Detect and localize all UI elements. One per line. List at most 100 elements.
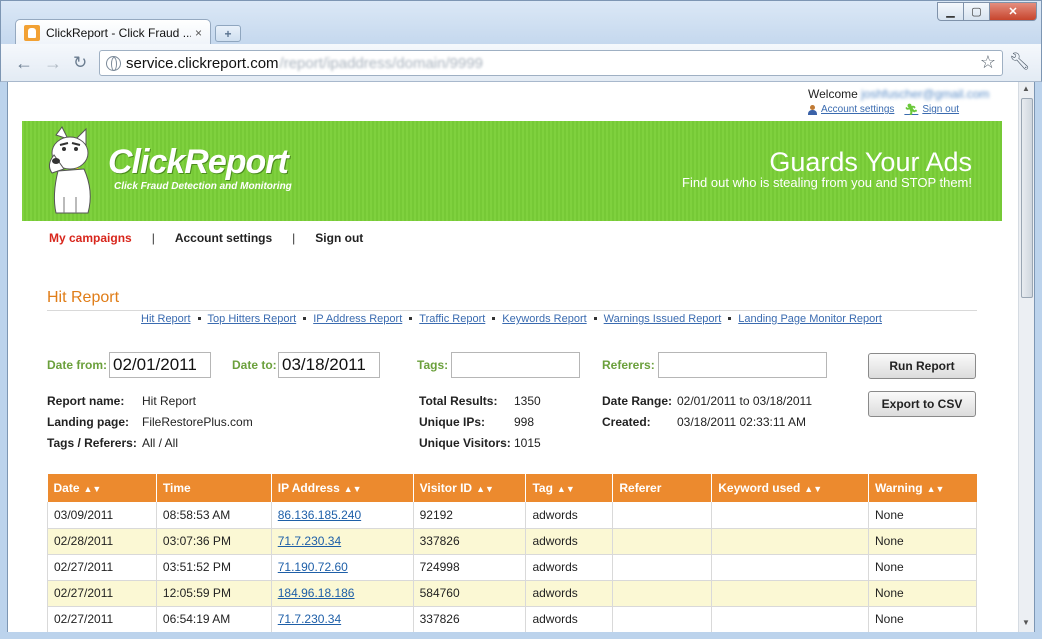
report-link-hit[interactable]: Hit Report — [141, 313, 191, 325]
referers-label: Referers: — [602, 358, 655, 372]
report-link-warnings[interactable]: Warnings Issued Report — [604, 313, 722, 325]
total-results-label: Total Results: — [419, 394, 498, 408]
column-header-date[interactable]: Date ▲▼ — [47, 474, 157, 502]
report-link-ip-address[interactable]: IP Address Report — [313, 313, 402, 325]
new-tab-button[interactable]: + — [215, 25, 241, 42]
sort-arrows-icon: ▲▼ — [476, 484, 494, 494]
window-close-button[interactable]: ✕ — [989, 2, 1037, 21]
cell-referer — [612, 554, 713, 581]
sort-arrows-icon: ▲▼ — [804, 484, 823, 494]
ip-address-link[interactable]: 71.7.230.34 — [278, 612, 341, 626]
sort-arrows-icon: ▲▼ — [556, 484, 575, 494]
column-header-label: Keyword used — [718, 481, 801, 495]
created-value: 03/18/2011 02:33:11 AM — [677, 415, 806, 429]
tags-referers-value: All / All — [142, 436, 179, 450]
reload-icon[interactable]: ↻ — [73, 53, 87, 73]
wrench-icon[interactable]: 🔧︎ — [1009, 52, 1031, 72]
sort-arrows-icon: ▲▼ — [83, 484, 102, 494]
landing-page-value: FileRestorePlus.com — [142, 415, 253, 429]
cell-ip: 86.136.185.240 — [271, 502, 414, 529]
cell-visitor-id: 724998 — [413, 554, 527, 581]
report-link-landing-page-monitor[interactable]: Landing Page Monitor Report — [738, 313, 882, 325]
ip-address-link[interactable]: 71.7.230.34 — [278, 534, 341, 548]
table-row: 03/09/2011 08:58:53 AM 86.136.185.240 92… — [47, 502, 977, 529]
report-link-top-hitters[interactable]: Top Hitters Report — [208, 313, 297, 325]
cell-referer — [612, 606, 713, 633]
welcome-text: Welcome joshfuscher@gmail.com — [808, 87, 989, 101]
summary-created: Created: 03/18/2011 02:33:11 AM — [602, 415, 806, 429]
referers-field[interactable] — [658, 352, 827, 378]
bullet-separator — [303, 316, 307, 320]
page-viewport: Welcome joshfuscher@gmail.com Account se… — [8, 82, 1018, 639]
welcome-label: Welcome — [808, 87, 858, 101]
cell-date: 03/09/2011 — [47, 502, 157, 529]
cell-ip: 184.96.18.186 — [271, 580, 414, 607]
page-title: Hit Report — [47, 289, 120, 306]
date-range-label: Date Range: — [602, 394, 673, 408]
column-header-warning[interactable]: Warning ▲▼ — [868, 474, 977, 502]
sort-arrows-icon: ▲▼ — [926, 484, 945, 494]
date-from-label: Date from: — [47, 358, 108, 372]
user-links: Account settings 🏃︎ Sign out — [808, 103, 959, 116]
cell-warning: None — [868, 606, 977, 633]
unique-ips-label: Unique IPs: — [419, 415, 486, 429]
cell-date: 02/27/2011 — [47, 606, 157, 633]
nav-sign-out[interactable]: Sign out — [315, 231, 363, 245]
date-range-value: 02/01/2011 to 03/18/2011 — [677, 394, 813, 408]
column-header-ip-address[interactable]: IP Address ▲▼ — [271, 474, 414, 502]
scroll-up-arrow-icon[interactable]: ▲ — [1022, 84, 1030, 93]
forward-arrow-icon[interactable]: → — [44, 53, 62, 74]
nav-account-settings[interactable]: Account settings — [175, 231, 272, 245]
site-banner: ClickReport Click Fraud Detection and Mo… — [22, 121, 1002, 221]
person-icon — [808, 104, 817, 115]
scrollbar-thumb[interactable] — [1021, 98, 1033, 298]
column-header-label: Warning — [875, 481, 923, 495]
scroll-down-arrow-icon[interactable]: ▼ — [1022, 618, 1030, 627]
window-frame-bottom — [0, 632, 1042, 639]
column-header-keyword[interactable]: Keyword used ▲▼ — [711, 474, 869, 502]
landing-page-label: Landing page: — [47, 415, 129, 429]
cell-ip: 71.190.72.60 — [271, 554, 414, 581]
ip-address-link[interactable]: 71.190.72.60 — [278, 560, 348, 574]
unique-visitors-value: 1015 — [514, 436, 541, 450]
nav-my-campaigns[interactable]: My campaigns — [49, 231, 132, 245]
window-minimize-button[interactable]: ▁ — [937, 2, 964, 21]
cell-time: 06:54:19 AM — [156, 606, 272, 633]
banner-logo[interactable]: ClickReport — [108, 143, 289, 182]
date-to-field[interactable] — [278, 352, 380, 378]
cell-visitor-id: 584760 — [413, 580, 527, 607]
ip-address-link[interactable]: 184.96.18.186 — [278, 586, 355, 600]
run-report-button[interactable]: Run Report — [868, 353, 976, 379]
cell-date: 02/27/2011 — [47, 554, 157, 581]
column-header-visitor-id[interactable]: Visitor ID ▲▼ — [413, 474, 527, 502]
table-header-row: Date ▲▼ Time IP Address ▲▼ Visitor ID ▲▼ Ta… — [47, 474, 977, 502]
window-maximize-button[interactable]: ▢ — [963, 2, 990, 21]
address-bar[interactable]: service.clickreport.com /report/ipaddres… — [99, 50, 1003, 76]
ip-address-link[interactable]: 86.136.185.240 — [278, 508, 361, 522]
cell-time: 12:05:59 PM — [156, 580, 272, 607]
column-header-tag[interactable]: Tag ▲▼ — [525, 474, 614, 502]
cell-visitor-id: 337826 — [413, 606, 527, 633]
browser-tab[interactable]: ClickReport - Click Fraud ... × — [15, 19, 211, 46]
tab-close-icon[interactable]: × — [195, 26, 202, 40]
created-label: Created: — [602, 415, 651, 429]
banner-tagline: Click Fraud Detection and Monitoring — [114, 181, 292, 192]
cell-referer — [612, 528, 713, 555]
total-results-value: 1350 — [514, 394, 541, 408]
date-from-field[interactable] — [109, 352, 211, 378]
star-icon[interactable]: ☆ — [980, 52, 996, 73]
header-sign-out-link[interactable]: 🏃︎ Sign out — [904, 103, 959, 116]
nav-separator: | — [151, 231, 155, 245]
cell-ip: 71.7.230.34 — [271, 528, 414, 555]
back-arrow-icon[interactable]: ← — [15, 53, 33, 74]
column-header-time: Time — [156, 474, 272, 502]
header-account-settings-link[interactable]: Account settings — [808, 104, 894, 115]
export-csv-button[interactable]: Export to CSV — [868, 391, 976, 417]
title-divider — [47, 310, 977, 311]
tags-field[interactable] — [451, 352, 580, 378]
report-link-traffic[interactable]: Traffic Report — [419, 313, 485, 325]
page-scrollbar[interactable]: ▲ ▼ — [1018, 82, 1034, 632]
report-link-keywords[interactable]: Keywords Report — [502, 313, 586, 325]
cell-date: 02/28/2011 — [47, 528, 157, 555]
cell-keyword — [711, 554, 869, 581]
